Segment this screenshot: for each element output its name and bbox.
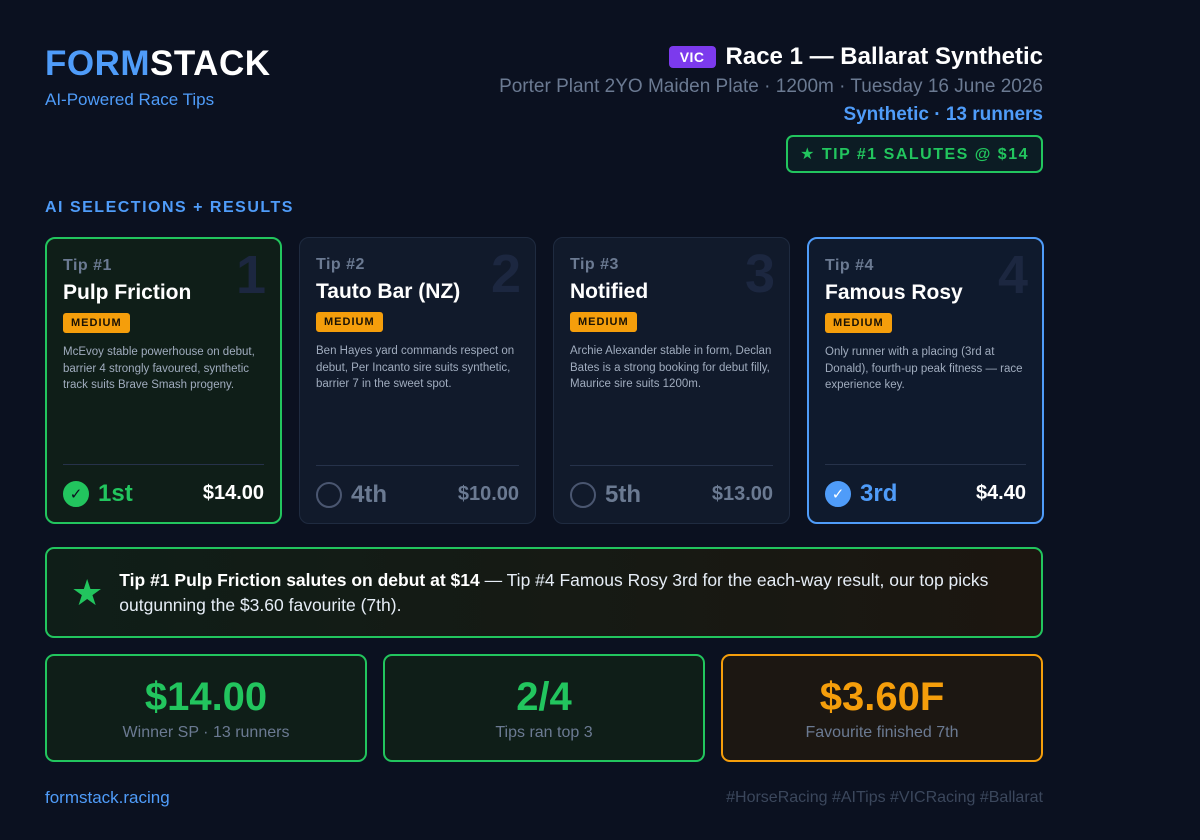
finish-position: 3rd [860,479,898,507]
tip-description: Only runner with a placing (3rd at Donal… [825,346,1023,391]
result-summary: ★ Tip #1 Pulp Friction salutes on debut … [45,547,1043,638]
tip-card-3[interactable]: 3 Tip #3 Notified MEDIUM Archie Alexande… [553,237,790,524]
tip-label: Tip #3 [570,256,619,273]
check-icon: ✓ [825,480,851,507]
stat-value: $14.00 [144,675,268,719]
stat-value: 2/4 [516,675,572,719]
confidence-badge: MEDIUM [570,312,637,332]
tip-description: McEvoy stable powerhouse on debut, barri… [63,346,255,391]
confidence-badge: MEDIUM [63,313,130,333]
horse-name: Famous Rosy [825,281,963,304]
result-row: ✓ 1st $14.00 [63,464,264,522]
empty-circle-icon [570,481,596,508]
brand: FORMSTACK AI-Powered Race Tips [45,44,271,110]
stat-winner-sp: $14.00 Winner SP · 13 runners [45,654,367,762]
finish-position: 4th [351,480,387,508]
logo[interactable]: FORMSTACK [45,44,271,84]
tip-description: Ben Hayes yard commands respect on debut… [316,345,515,390]
result-row: 4th $10.00 [316,465,519,523]
tip-card-2[interactable]: 2 Tip #2 Tauto Bar (NZ) MEDIUM Ben Hayes… [299,237,536,524]
star-icon: ★ [71,571,104,613]
tip-label: Tip #2 [316,256,365,273]
tip-card-4[interactable]: 4 Tip #4 Famous Rosy MEDIUM Only runner … [807,237,1044,524]
horse-name: Notified [570,280,649,303]
finish-position: 1st [98,479,133,507]
finish-position: 5th [605,480,641,508]
result-row: 5th $13.00 [570,465,773,523]
tip-description: Archie Alexander stable in form, Declan … [570,345,772,390]
stat-label: Tips ran top 3 [495,724,593,741]
tip-label: Tip #4 [825,257,874,274]
horse-name: Pulp Friction [63,281,192,304]
check-icon: ✓ [63,480,89,507]
hashtags: #HorseRacing #AITips #VICRacing #Ballara… [726,789,1043,806]
summary-bold: Tip #1 Pulp Friction salutes on debut at… [119,569,480,590]
result-row: ✓ 3rd $4.40 [825,464,1026,522]
stat-value: $3.60F [819,675,945,719]
race-meta: Synthetic · 13 runners [843,104,1043,125]
stats-row: $14.00 Winner SP · 13 runners 2/4 Tips r… [45,654,1043,762]
price: $14.00 [202,482,264,504]
confidence-badge: MEDIUM [825,313,892,333]
salute-badge: ★ TIP #1 SALUTES @ $14 [786,135,1043,173]
price: $13.00 [711,483,773,505]
tip-cards: 1 Tip #1 Pulp Friction MEDIUM McEvoy sta… [45,237,1044,524]
price: $10.00 [457,483,519,505]
horse-name: Tauto Bar (NZ) [316,280,461,303]
confidence-badge: MEDIUM [316,312,383,332]
tip-label: Tip #1 [63,257,112,274]
stat-favourite: $3.60F Favourite finished 7th [721,654,1043,762]
race-header: VIC Race 1 — Ballarat Synthetic Porter P… [499,43,1043,173]
stat-tips-top3: 2/4 Tips ran top 3 [383,654,705,762]
section-label: AI SELECTIONS + RESULTS [45,199,294,216]
tip-card-1[interactable]: 1 Tip #1 Pulp Friction MEDIUM McEvoy sta… [45,237,282,524]
stat-label: Favourite finished 7th [805,724,959,741]
price: $4.40 [975,482,1026,504]
tagline: AI-Powered Race Tips [45,90,215,109]
site-link[interactable]: formstack.racing [45,788,170,808]
race-subtitle: Porter Plant 2YO Maiden Plate · 1200m · … [499,76,1043,97]
race-title: Race 1 — Ballarat Synthetic [725,43,1043,70]
stat-label: Winner SP · 13 runners [122,724,290,741]
empty-circle-icon [316,481,342,508]
summary-text: Tip #1 Pulp Friction salutes on debut at… [119,568,1017,618]
state-badge: VIC [668,46,716,68]
